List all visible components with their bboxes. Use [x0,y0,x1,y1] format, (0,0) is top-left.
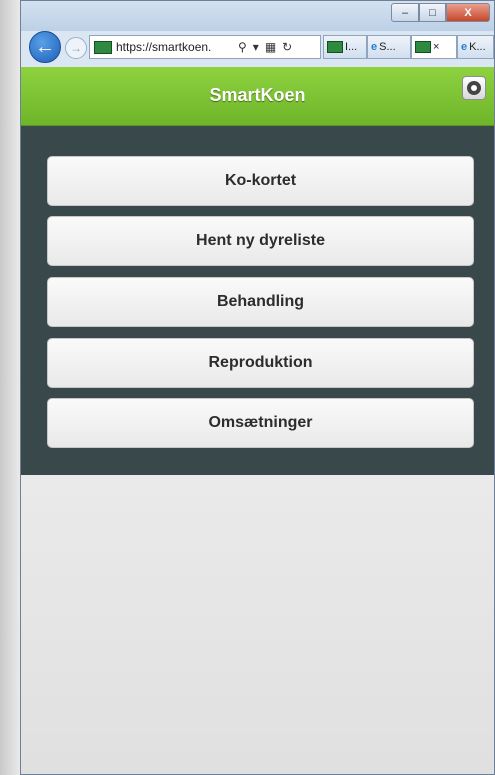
main-menu: Ko-kortet Hent ny dyreliste Behandling R… [21,126,494,475]
desktop-edge [0,0,22,775]
settings-button[interactable] [462,76,486,100]
close-tab-icon[interactable]: × [433,41,439,53]
ie-icon: e [371,41,378,53]
dlbr-favicon [94,40,112,54]
page-title: SmartKoen [209,85,306,105]
tab-4[interactable]: e K... [457,35,494,59]
browser-window: – □ X ← → https://smartkoen. ⚲ ▾ ▦ ↻ I..… [20,0,495,775]
address-bar[interactable]: https://smartkoen. ⚲ ▾ ▦ ↻ [89,35,321,59]
close-window-button[interactable]: X [446,3,490,22]
refresh-icon[interactable]: ↻ [282,40,292,54]
maximize-button[interactable]: □ [419,3,446,22]
ie-icon: e [461,41,468,53]
menu-item-omsaetninger[interactable]: Omsætninger [47,398,474,448]
back-button[interactable]: ← [29,31,61,63]
menu-item-ko-kortet[interactable]: Ko-kortet [47,156,474,206]
gear-icon [467,81,481,95]
dlbr-favicon [415,41,431,53]
compat-view-icon[interactable]: ▦ [265,40,276,54]
address-text[interactable]: https://smartkoen. [116,40,234,54]
menu-item-behandling[interactable]: Behandling [47,277,474,327]
forward-button[interactable]: → [65,37,87,59]
arrow-left-icon: ← [35,35,55,58]
tab-1[interactable]: I... [323,35,367,59]
app-header: SmartKoen [21,67,494,126]
dropdown-icon[interactable]: ▾ [253,40,259,54]
arrow-right-icon: → [70,41,82,55]
tab-2[interactable]: e S... [367,35,411,59]
browser-navbar: ← → https://smartkoen. ⚲ ▾ ▦ ↻ I... e S.… [21,27,494,67]
search-icon[interactable]: ⚲ [238,40,247,54]
minimize-button[interactable]: – [391,3,419,22]
menu-item-reproduktion[interactable]: Reproduktion [47,338,474,388]
content-background [21,475,494,774]
dlbr-favicon [327,41,343,53]
menu-item-hent-ny-dyreliste[interactable]: Hent ny dyreliste [47,216,474,266]
tab-active[interactable]: × [411,35,457,59]
